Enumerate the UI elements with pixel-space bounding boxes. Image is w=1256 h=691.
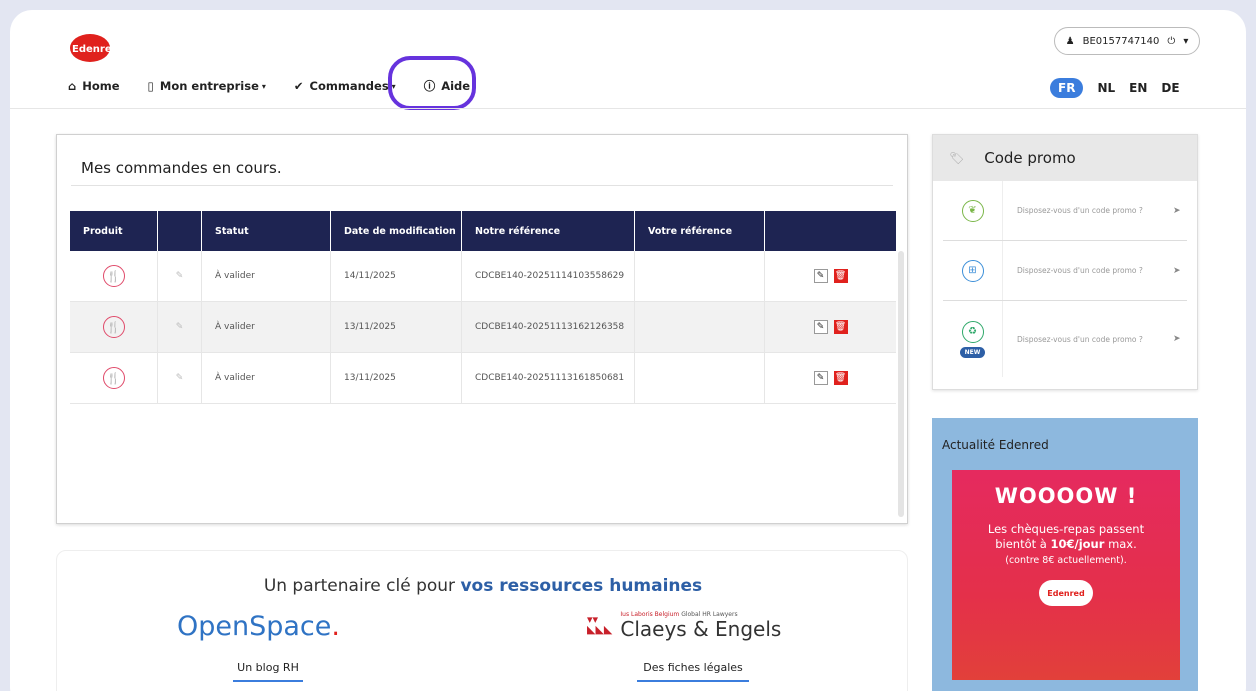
divider bbox=[71, 185, 893, 186]
table-header: Produit Statut Date de modification Notr… bbox=[70, 211, 896, 251]
orders-panel: Mes commandes en cours. Produit Statut D… bbox=[56, 134, 908, 524]
col-statut: Statut bbox=[202, 211, 331, 251]
promo-row[interactable]: ♻ NEW Disposez-vous d'un code promo ? ➤ bbox=[943, 301, 1187, 377]
edenred-logo[interactable]: Edenred bbox=[66, 30, 128, 64]
meal-voucher-icon: 🍴 bbox=[102, 265, 125, 287]
order-votre-ref bbox=[635, 353, 765, 403]
account-menu[interactable]: ♟ BE0157747140 ⏻ ▾ bbox=[1054, 27, 1200, 55]
edit-button[interactable]: ✎ bbox=[813, 371, 828, 385]
table-row[interactable]: 🍴 ✎ À valider 14/11/2025 CDCBE140-202511… bbox=[70, 251, 896, 302]
lang-fr[interactable]: FR bbox=[1050, 78, 1084, 98]
arrow-right-icon[interactable]: ➤ bbox=[1173, 266, 1187, 276]
order-date: 13/11/2025 bbox=[331, 353, 462, 403]
order-status: À valider bbox=[202, 302, 331, 352]
edenred-logo: Edenred bbox=[1039, 580, 1093, 606]
edit-note-icon[interactable]: ✎ bbox=[176, 373, 184, 383]
col-notre-ref: Notre référence bbox=[462, 211, 635, 251]
col-edit bbox=[158, 211, 202, 251]
delete-button[interactable]: 🗑 bbox=[833, 320, 848, 334]
svg-text:Edenred: Edenred bbox=[72, 44, 119, 55]
lang-en[interactable]: EN bbox=[1129, 81, 1147, 95]
nav-mon-entreprise[interactable]: ▯ Mon entreprise ▾ bbox=[148, 79, 266, 93]
aide-highlight bbox=[388, 56, 476, 110]
news-banner[interactable]: WOOOOW ! Les chèques-repas passent bient… bbox=[952, 470, 1180, 680]
fiches-legales-link[interactable]: Des fiches légales bbox=[637, 661, 749, 682]
language-switcher: FR NL EN DE bbox=[1050, 78, 1180, 98]
edit-note-icon[interactable]: ✎ bbox=[176, 322, 184, 332]
promo-row[interactable]: ⊞ Disposez-vous d'un code promo ? ➤ bbox=[943, 241, 1187, 301]
table-row[interactable]: 🍴 ✎ À valider 13/11/2025 CDCBE140-202511… bbox=[70, 353, 896, 404]
promo-panel: 🏷 Code promo ❦ Disposez-vous d'un code p… bbox=[932, 134, 1198, 390]
scrollbar[interactable] bbox=[898, 251, 904, 517]
orders-table: Produit Statut Date de modification Notr… bbox=[70, 211, 896, 404]
orders-title: Mes commandes en cours. bbox=[81, 159, 282, 177]
order-notre-ref: CDCBE140-20251114103558629 bbox=[462, 251, 635, 301]
building-icon: ▯ bbox=[147, 79, 154, 93]
home-icon: ⌂ bbox=[68, 79, 77, 93]
nav-commandes[interactable]: ✔ Commandes ▾ bbox=[294, 79, 396, 93]
edit-button[interactable]: ✎ bbox=[813, 269, 828, 283]
edit-button[interactable]: ✎ bbox=[813, 320, 828, 334]
user-icon: ♟ bbox=[1065, 35, 1075, 47]
meal-voucher-icon: 🍴 bbox=[102, 367, 125, 389]
delete-button[interactable]: 🗑 bbox=[833, 371, 848, 385]
check-circle-icon: ✔ bbox=[293, 79, 304, 93]
lang-de[interactable]: DE bbox=[1161, 81, 1179, 95]
gift-icon: ⊞ bbox=[961, 259, 984, 282]
edit-note-icon[interactable]: ✎ bbox=[176, 271, 184, 281]
chevron-down-icon: ▾ bbox=[1183, 35, 1189, 47]
order-notre-ref: CDCBE140-20251113161850681 bbox=[462, 353, 635, 403]
leaf-icon: ❦ bbox=[961, 199, 984, 222]
partners-section: Un partenaire clé pour vos ressources hu… bbox=[56, 550, 908, 691]
order-votre-ref bbox=[635, 251, 765, 301]
col-actions bbox=[765, 211, 896, 251]
col-votre-ref: Votre référence bbox=[635, 211, 765, 251]
order-notre-ref: CDCBE140-20251113162126358 bbox=[462, 302, 635, 352]
arrow-right-icon[interactable]: ➤ bbox=[1173, 206, 1187, 216]
order-date: 13/11/2025 bbox=[331, 302, 462, 352]
col-produit: Produit bbox=[70, 211, 158, 251]
table-row[interactable]: 🍴 ✎ À valider 13/11/2025 CDCBE140-202511… bbox=[70, 302, 896, 353]
app-window: Edenred ♟ BE0157747140 ⏻ ▾ ⌂ Home ▯ Mon … bbox=[10, 10, 1246, 691]
account-id: BE0157747140 bbox=[1082, 35, 1160, 47]
news-panel: Actualité Edenred WOOOOW ! Les chèques-r… bbox=[932, 418, 1198, 691]
partners-title: Un partenaire clé pour vos ressources hu… bbox=[263, 576, 703, 596]
eco-icon: ♻ bbox=[961, 320, 984, 343]
delete-button[interactable]: 🗑 bbox=[833, 269, 848, 283]
col-date: Date de modification bbox=[331, 211, 462, 251]
tag-icon: 🏷 bbox=[949, 151, 965, 165]
promo-row[interactable]: ❦ Disposez-vous d'un code promo ? ➤ bbox=[943, 181, 1187, 241]
header-divider bbox=[10, 108, 1246, 109]
openspace-logo[interactable]: OpenSpace. bbox=[177, 611, 340, 642]
power-icon[interactable]: ⏻ bbox=[1167, 36, 1175, 47]
new-badge: NEW bbox=[959, 346, 986, 358]
claeys-mark-icon: ▾▾ ◣◣◣ bbox=[587, 613, 613, 636]
arrow-right-icon[interactable]: ➤ bbox=[1173, 334, 1187, 344]
banner-text: Les chèques-repas passent bientôt à 10€/… bbox=[987, 522, 1145, 566]
meal-voucher-icon: 🍴 bbox=[102, 316, 125, 338]
nav-home[interactable]: ⌂ Home bbox=[68, 79, 120, 93]
order-votre-ref bbox=[635, 302, 765, 352]
blog-rh-link[interactable]: Un blog RH bbox=[233, 661, 303, 682]
order-date: 14/11/2025 bbox=[331, 251, 462, 301]
lang-nl[interactable]: NL bbox=[1097, 81, 1115, 95]
order-status: À valider bbox=[202, 353, 331, 403]
claeys-engels-logo[interactable]: ▾▾ ◣◣◣ Ius Laboris Belgium Global HR Lawy… bbox=[587, 611, 781, 640]
news-title: Actualité Edenred bbox=[942, 438, 1049, 452]
banner-headline: WOOOOW ! bbox=[994, 484, 1138, 508]
promo-header: 🏷 Code promo bbox=[933, 135, 1197, 181]
chevron-down-icon: ▾ bbox=[261, 81, 266, 91]
order-status: À valider bbox=[202, 251, 331, 301]
